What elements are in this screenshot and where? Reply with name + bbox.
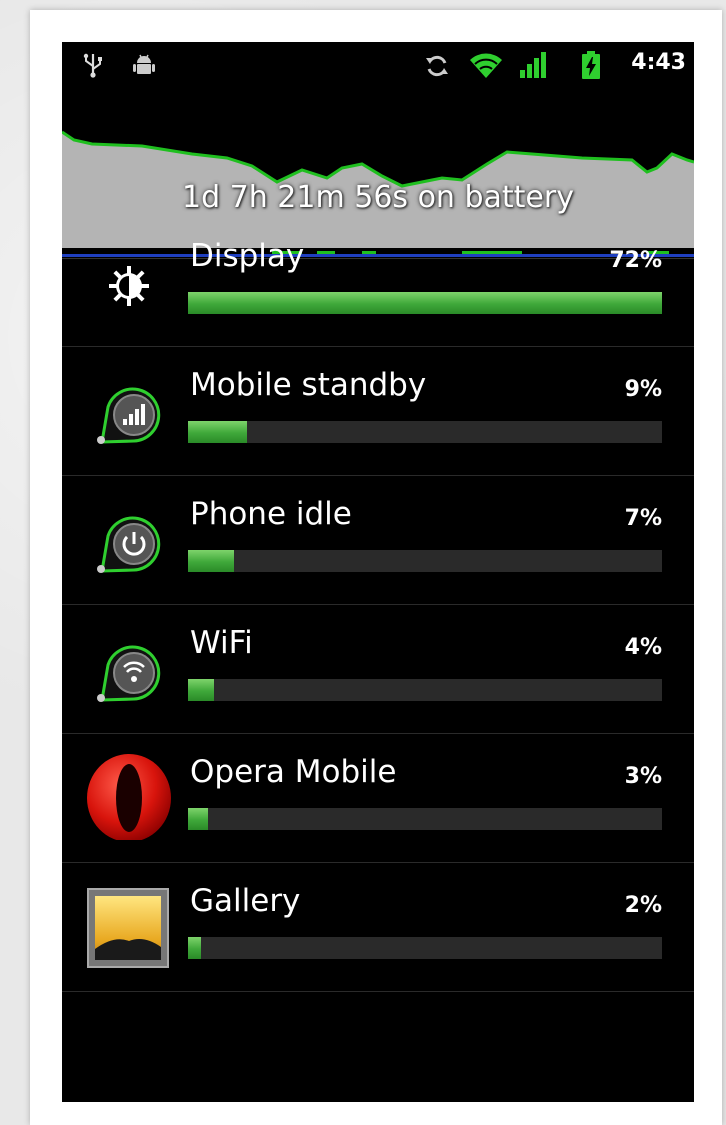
item-label: Opera Mobile bbox=[190, 754, 397, 790]
usage-bar bbox=[188, 421, 662, 443]
usage-bar-fill bbox=[188, 937, 202, 959]
usage-bar bbox=[188, 550, 662, 572]
usb-icon bbox=[83, 53, 102, 78]
status-time: 4:43 bbox=[631, 50, 686, 75]
list-item-phone-idle[interactable]: Phone idle 7% bbox=[62, 476, 694, 605]
list-item-mobile-standby[interactable]: Mobile standby 9% bbox=[62, 347, 694, 476]
phone-screen: 4:43 1d 7h 21m 56s on battery Display 72… bbox=[62, 42, 694, 1102]
item-label: Phone idle bbox=[190, 496, 352, 532]
usage-bar-fill bbox=[188, 421, 248, 443]
usage-bar bbox=[188, 937, 662, 959]
battery-charging-icon bbox=[582, 51, 600, 79]
item-label: Gallery bbox=[190, 883, 301, 919]
list-item-wifi[interactable]: WiFi 4% bbox=[62, 605, 694, 734]
item-percent: 7% bbox=[624, 506, 662, 531]
list-item-display[interactable]: Display 72% bbox=[62, 218, 694, 347]
item-label: WiFi bbox=[190, 625, 253, 661]
usage-bar bbox=[188, 808, 662, 830]
gallery-icon bbox=[87, 888, 169, 968]
usage-bar-fill bbox=[188, 550, 235, 572]
usage-bar-fill bbox=[188, 808, 208, 830]
battery-duration-label: 1d 7h 21m 56s on battery bbox=[182, 180, 574, 215]
usage-bar-fill bbox=[188, 679, 215, 701]
power-icon bbox=[97, 516, 161, 573]
item-percent: 4% bbox=[624, 635, 662, 660]
wifi-icon bbox=[97, 645, 161, 702]
cell-signal-icon bbox=[97, 387, 161, 444]
android-debug-icon bbox=[133, 54, 155, 74]
item-percent: 72% bbox=[609, 248, 662, 273]
opera-icon bbox=[87, 754, 171, 840]
item-percent: 9% bbox=[624, 377, 662, 402]
item-percent: 2% bbox=[624, 893, 662, 918]
item-label: Display bbox=[190, 238, 305, 274]
status-bar: 4:43 bbox=[62, 42, 694, 88]
usage-bar bbox=[188, 292, 662, 314]
list-item-gallery[interactable]: Gallery 2% bbox=[62, 863, 694, 992]
brightness-icon bbox=[109, 266, 149, 306]
usage-bar-fill bbox=[188, 292, 662, 314]
item-label: Mobile standby bbox=[190, 367, 427, 403]
usage-bar bbox=[188, 679, 662, 701]
battery-usage-list: Display 72% Mobile standby 9% Phone idle… bbox=[62, 218, 694, 992]
list-item-opera-mobile[interactable]: Opera Mobile 3% bbox=[62, 734, 694, 863]
item-percent: 3% bbox=[624, 764, 662, 789]
signal-icon bbox=[520, 52, 546, 78]
sync-icon bbox=[426, 55, 448, 77]
wifi-icon bbox=[470, 53, 502, 78]
